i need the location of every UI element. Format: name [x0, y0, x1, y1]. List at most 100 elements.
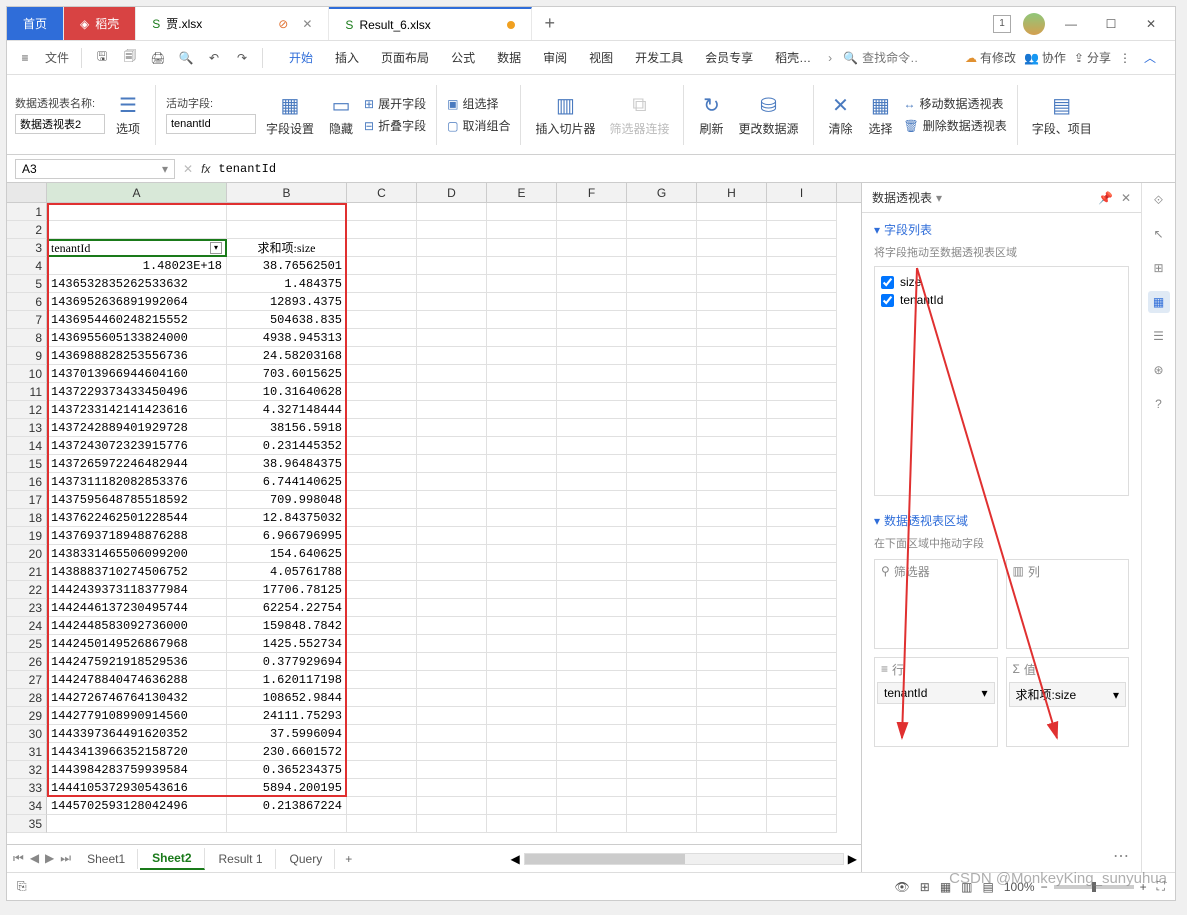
cell[interactable] — [767, 617, 837, 635]
chevron-down-icon[interactable]: ▾ — [874, 514, 880, 528]
cell[interactable] — [557, 779, 627, 797]
cell[interactable] — [347, 401, 417, 419]
cell[interactable]: 1436955605133824000 — [47, 329, 227, 347]
ribbon-tab[interactable]: 插入 — [325, 42, 369, 74]
more-icon[interactable]: ⋮ — [1119, 51, 1131, 65]
cell[interactable] — [557, 311, 627, 329]
cell[interactable] — [697, 239, 767, 257]
cell[interactable] — [697, 797, 767, 815]
cell[interactable] — [487, 599, 557, 617]
cell[interactable] — [487, 689, 557, 707]
cell[interactable]: 0.365234375 — [227, 761, 347, 779]
cell[interactable] — [487, 455, 557, 473]
cell[interactable] — [767, 203, 837, 221]
cell[interactable] — [767, 635, 837, 653]
cell[interactable] — [767, 689, 837, 707]
row-header[interactable]: 21 — [7, 563, 47, 581]
select-button[interactable]: ▦选择 — [864, 90, 898, 139]
menu-icon[interactable]: ≡ — [13, 46, 37, 70]
ribbon-tab[interactable]: 数据 — [487, 42, 531, 74]
cell[interactable] — [417, 725, 487, 743]
cell[interactable] — [767, 653, 837, 671]
cell[interactable] — [347, 437, 417, 455]
cell[interactable]: 1443397364491620352 — [47, 725, 227, 743]
cell[interactable]: 1437265972246482944 — [47, 455, 227, 473]
zoom-control[interactable]: 100% − + — [1004, 880, 1147, 894]
close-icon[interactable]: ✕ — [302, 17, 312, 31]
chevron-down-icon[interactable]: ▾ — [981, 686, 987, 700]
cell[interactable] — [347, 779, 417, 797]
cell[interactable] — [417, 599, 487, 617]
values-area[interactable]: Σ值求和项:size▾ — [1006, 657, 1130, 747]
cell[interactable]: 5894.200195 — [227, 779, 347, 797]
cell[interactable] — [557, 581, 627, 599]
cell[interactable] — [347, 509, 417, 527]
row-header[interactable]: 23 — [7, 599, 47, 617]
cell[interactable]: 1436532835262533632 — [47, 275, 227, 293]
cell[interactable] — [627, 635, 697, 653]
cell[interactable] — [697, 743, 767, 761]
cell[interactable]: 24111.75293 — [227, 707, 347, 725]
cell[interactable] — [347, 797, 417, 815]
zoom-in-icon[interactable]: + — [1140, 880, 1147, 894]
cell[interactable] — [557, 329, 627, 347]
column-header[interactable]: G — [627, 183, 697, 202]
cell[interactable] — [347, 293, 417, 311]
ribbon-more-icon[interactable]: › — [825, 51, 835, 65]
cell[interactable] — [697, 707, 767, 725]
cell[interactable] — [767, 527, 837, 545]
row-header[interactable]: 16 — [7, 473, 47, 491]
cell[interactable]: 1425.552734 — [227, 635, 347, 653]
row-field-item[interactable]: tenantId▾ — [877, 682, 995, 704]
cell[interactable] — [347, 707, 417, 725]
cell[interactable] — [417, 365, 487, 383]
cell[interactable] — [417, 671, 487, 689]
row-header[interactable]: 4 — [7, 257, 47, 275]
cell[interactable] — [627, 455, 697, 473]
cell[interactable] — [767, 581, 837, 599]
window-indicator[interactable]: 1 — [993, 15, 1011, 33]
row-header[interactable]: 28 — [7, 689, 47, 707]
column-header[interactable]: I — [767, 183, 837, 202]
cell[interactable] — [557, 419, 627, 437]
cell[interactable] — [557, 635, 627, 653]
cell[interactable] — [557, 707, 627, 725]
cell[interactable] — [697, 635, 767, 653]
cell[interactable] — [627, 329, 697, 347]
cell[interactable]: 37.5996094 — [227, 725, 347, 743]
cell[interactable] — [487, 545, 557, 563]
cell[interactable]: tenantId▾ — [47, 239, 227, 257]
ribbon-tab[interactable]: 开发工具 — [625, 42, 693, 74]
cell[interactable] — [417, 815, 487, 833]
row-header[interactable]: 14 — [7, 437, 47, 455]
fx-icon[interactable]: fx — [201, 162, 210, 176]
cell[interactable] — [627, 437, 697, 455]
cell[interactable] — [347, 725, 417, 743]
cell[interactable]: 1442446137230495744 — [47, 599, 227, 617]
cell[interactable] — [557, 617, 627, 635]
add-sheet-button[interactable]: + — [337, 852, 360, 866]
cell[interactable] — [347, 275, 417, 293]
cell[interactable] — [697, 671, 767, 689]
cell[interactable] — [697, 203, 767, 221]
cell[interactable] — [347, 491, 417, 509]
sheet-tab[interactable]: Result 1 — [207, 849, 276, 869]
cell[interactable] — [347, 689, 417, 707]
tab-file-2[interactable]: SResult_6.xlsx — [329, 7, 531, 40]
cell[interactable] — [697, 779, 767, 797]
cell[interactable] — [767, 221, 837, 239]
cell[interactable]: 38.76562501 — [227, 257, 347, 275]
sidebar-icon[interactable]: ? — [1148, 393, 1170, 415]
view-normal-icon[interactable]: ▦ — [940, 880, 951, 894]
cell[interactable]: 1437622462501228544 — [47, 509, 227, 527]
cell[interactable] — [347, 545, 417, 563]
cell[interactable] — [767, 293, 837, 311]
cell[interactable] — [627, 275, 697, 293]
ribbon-tab[interactable]: 稻壳… — [765, 42, 821, 74]
chevron-down-icon[interactable]: ▾ — [936, 191, 942, 205]
row-header[interactable]: 22 — [7, 581, 47, 599]
cell[interactable]: 求和项:size — [227, 239, 347, 257]
cell[interactable] — [347, 455, 417, 473]
cell[interactable] — [767, 761, 837, 779]
cell[interactable] — [627, 599, 697, 617]
